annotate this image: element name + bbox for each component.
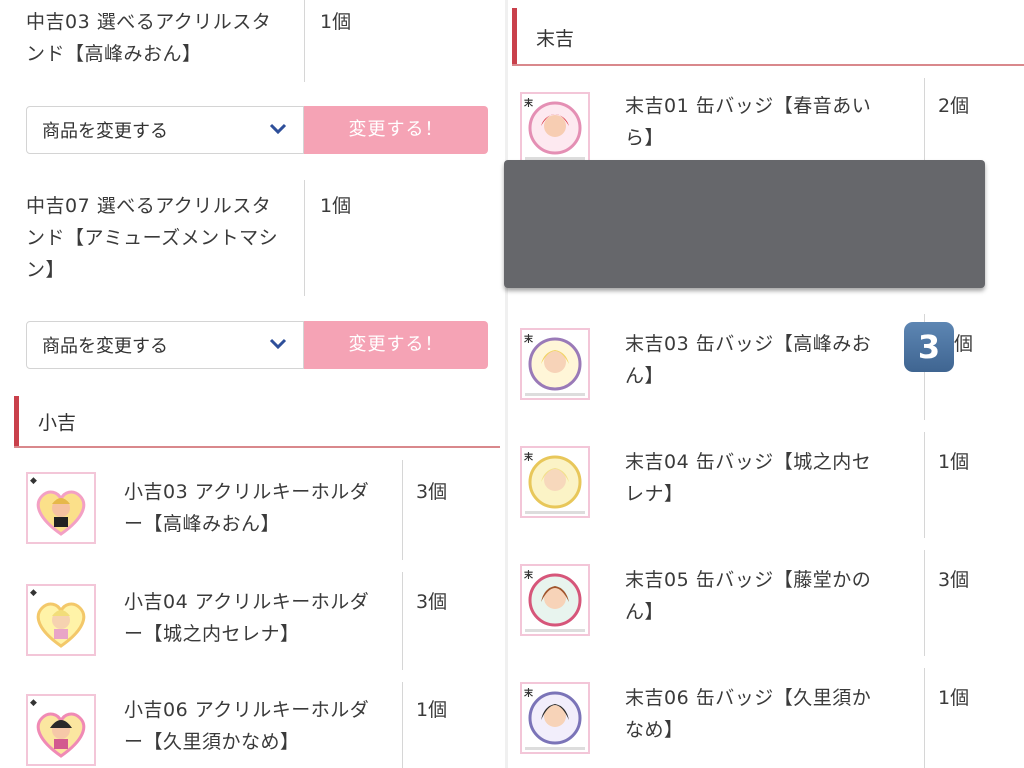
- column-divider: [304, 180, 305, 296]
- item-name: 中吉07 選べるアクリルスタ ンド【アミューズメントマシ ン】: [26, 195, 279, 281]
- section-heading-shoukichi: 小吉: [14, 396, 500, 448]
- heart-keychain-icon: [36, 602, 86, 648]
- thumb-label-icon: ◆: [30, 476, 37, 486]
- can-badge-thumbnail[interactable]: 末: [520, 328, 590, 400]
- chevron-down-icon: [269, 338, 287, 350]
- item-name: 小吉03 アクリルキーホルダ ー【高峰みおん】: [124, 481, 370, 535]
- item-name: 小吉06 アクリルキーホルダ ー【久里須かなめ】: [124, 699, 370, 753]
- product-change-select[interactable]: 商品を変更する: [26, 321, 304, 369]
- item-quantity: 3個: [416, 591, 448, 613]
- heading-underline: [512, 64, 1024, 66]
- thumb-label-icon: 末: [524, 571, 534, 581]
- column-divider: [924, 668, 925, 768]
- product-change-select[interactable]: 商品を変更する: [26, 106, 304, 154]
- column-divider: [924, 550, 925, 656]
- redaction-block: [504, 160, 985, 288]
- item-quantity: 3個: [416, 481, 448, 503]
- list-item[interactable]: ◆ 小吉06 アクリルキーホルダ ー【久里須かなめ】 1個: [0, 682, 505, 768]
- thumb-footer: [525, 393, 585, 396]
- list-item[interactable]: ◆ 小吉04 アクリルキーホルダ ー【城之内セレナ】 3個: [0, 572, 505, 670]
- list-item[interactable]: 末 末吉05 缶バッジ【藤堂かの ん】 3個: [508, 550, 1024, 656]
- list-item[interactable]: 末 末吉04 缶バッジ【城之内セ レナ】 1個: [508, 432, 1024, 538]
- item-quantity: 3個: [938, 569, 970, 591]
- item-quantity: 1個: [938, 451, 970, 473]
- item-name: 小吉04 アクリルキーホルダ ー【城之内セレナ】: [124, 591, 370, 645]
- thumb-label-icon: ◆: [30, 698, 37, 708]
- item-quantity: 2個: [938, 95, 970, 117]
- column-divider: [924, 78, 925, 170]
- list-item[interactable]: 中吉03 選べるアクリルスタ ンド【高峰みおん】 1個: [0, 0, 505, 82]
- item-quantity: 1個: [320, 195, 352, 217]
- column-divider: [402, 682, 403, 768]
- item-name: 末吉05 缶バッジ【藤堂かの ん】: [625, 569, 872, 623]
- chevron-down-icon: [269, 123, 287, 135]
- item-name: 末吉04 缶バッジ【城之内セ レナ】: [625, 451, 872, 505]
- item-name: 中吉03 選べるアクリルスタ ンド【高峰みおん】: [26, 11, 272, 65]
- heart-keychain-thumbnail[interactable]: ◆: [26, 472, 96, 544]
- item-quantity: 1個: [938, 687, 970, 709]
- column-divider: [402, 572, 403, 670]
- thumb-label-icon: 末: [524, 453, 534, 463]
- left-screenshot-panel: 中吉03 選べるアクリルスタ ンド【高峰みおん】 1個 商品を変更する 変更する…: [0, 0, 505, 768]
- thumb-label-icon: 末: [524, 99, 534, 109]
- heart-keychain-icon: [36, 712, 86, 758]
- heart-keychain-thumbnail[interactable]: ◆: [26, 694, 96, 766]
- can-badge-thumbnail[interactable]: 末: [520, 446, 590, 518]
- column-divider: [304, 0, 305, 82]
- thumb-label-icon: 末: [524, 689, 534, 699]
- right-screenshot-panel: 末吉 末 末吉01 缶バッジ【春音あい ら】 2個 末 末吉03 缶バッジ【高峰…: [508, 0, 1024, 768]
- list-item[interactable]: 末 末吉01 缶バッジ【春音あい ら】 2個: [508, 78, 1024, 170]
- change-button[interactable]: 変更する！: [304, 106, 488, 154]
- item-quantity: 1個: [320, 11, 352, 33]
- heading-text: 小吉: [38, 412, 77, 434]
- number-badge: 3: [904, 322, 954, 372]
- item-name: 末吉06 缶バッジ【久里須か なめ】: [625, 687, 872, 741]
- can-badge-thumbnail[interactable]: 末: [520, 92, 590, 164]
- column-divider: [402, 460, 403, 560]
- column-divider: [924, 432, 925, 538]
- select-label: 商品を変更する: [42, 336, 168, 357]
- can-badge-thumbnail[interactable]: 末: [520, 682, 590, 754]
- thumb-footer: [525, 629, 585, 632]
- heart-keychain-thumbnail[interactable]: ◆: [26, 584, 96, 656]
- item-quantity: 1個: [416, 699, 448, 721]
- heading-accent-bar: [512, 8, 517, 66]
- list-item[interactable]: 中吉07 選べるアクリルスタ ンド【アミューズメントマシ ン】 1個: [0, 180, 505, 296]
- thumb-footer: [525, 747, 585, 750]
- heading-underline: [14, 446, 500, 448]
- thumb-label-icon: ◆: [30, 588, 37, 598]
- can-badge-thumbnail[interactable]: 末: [520, 564, 590, 636]
- heart-keychain-icon: [36, 490, 86, 536]
- item-name: 末吉01 缶バッジ【春音あい ら】: [625, 95, 872, 149]
- change-button[interactable]: 変更する！: [304, 321, 488, 369]
- item-name: 末吉03 缶バッジ【高峰みお ん】: [625, 333, 872, 387]
- thumb-label-icon: 末: [524, 335, 534, 345]
- heading-text: 末吉: [536, 28, 575, 50]
- section-heading-suekichi: 末吉: [512, 8, 1024, 66]
- list-item[interactable]: ◆ 小吉03 アクリルキーホルダ ー【高峰みおん】 3個: [0, 460, 505, 560]
- thumb-footer: [525, 511, 585, 514]
- list-item[interactable]: 末 末吉06 缶バッジ【久里須か なめ】 1個: [508, 668, 1024, 768]
- item-quantity: 個: [954, 333, 974, 355]
- select-label: 商品を変更する: [42, 121, 168, 142]
- heading-accent-bar: [14, 396, 19, 448]
